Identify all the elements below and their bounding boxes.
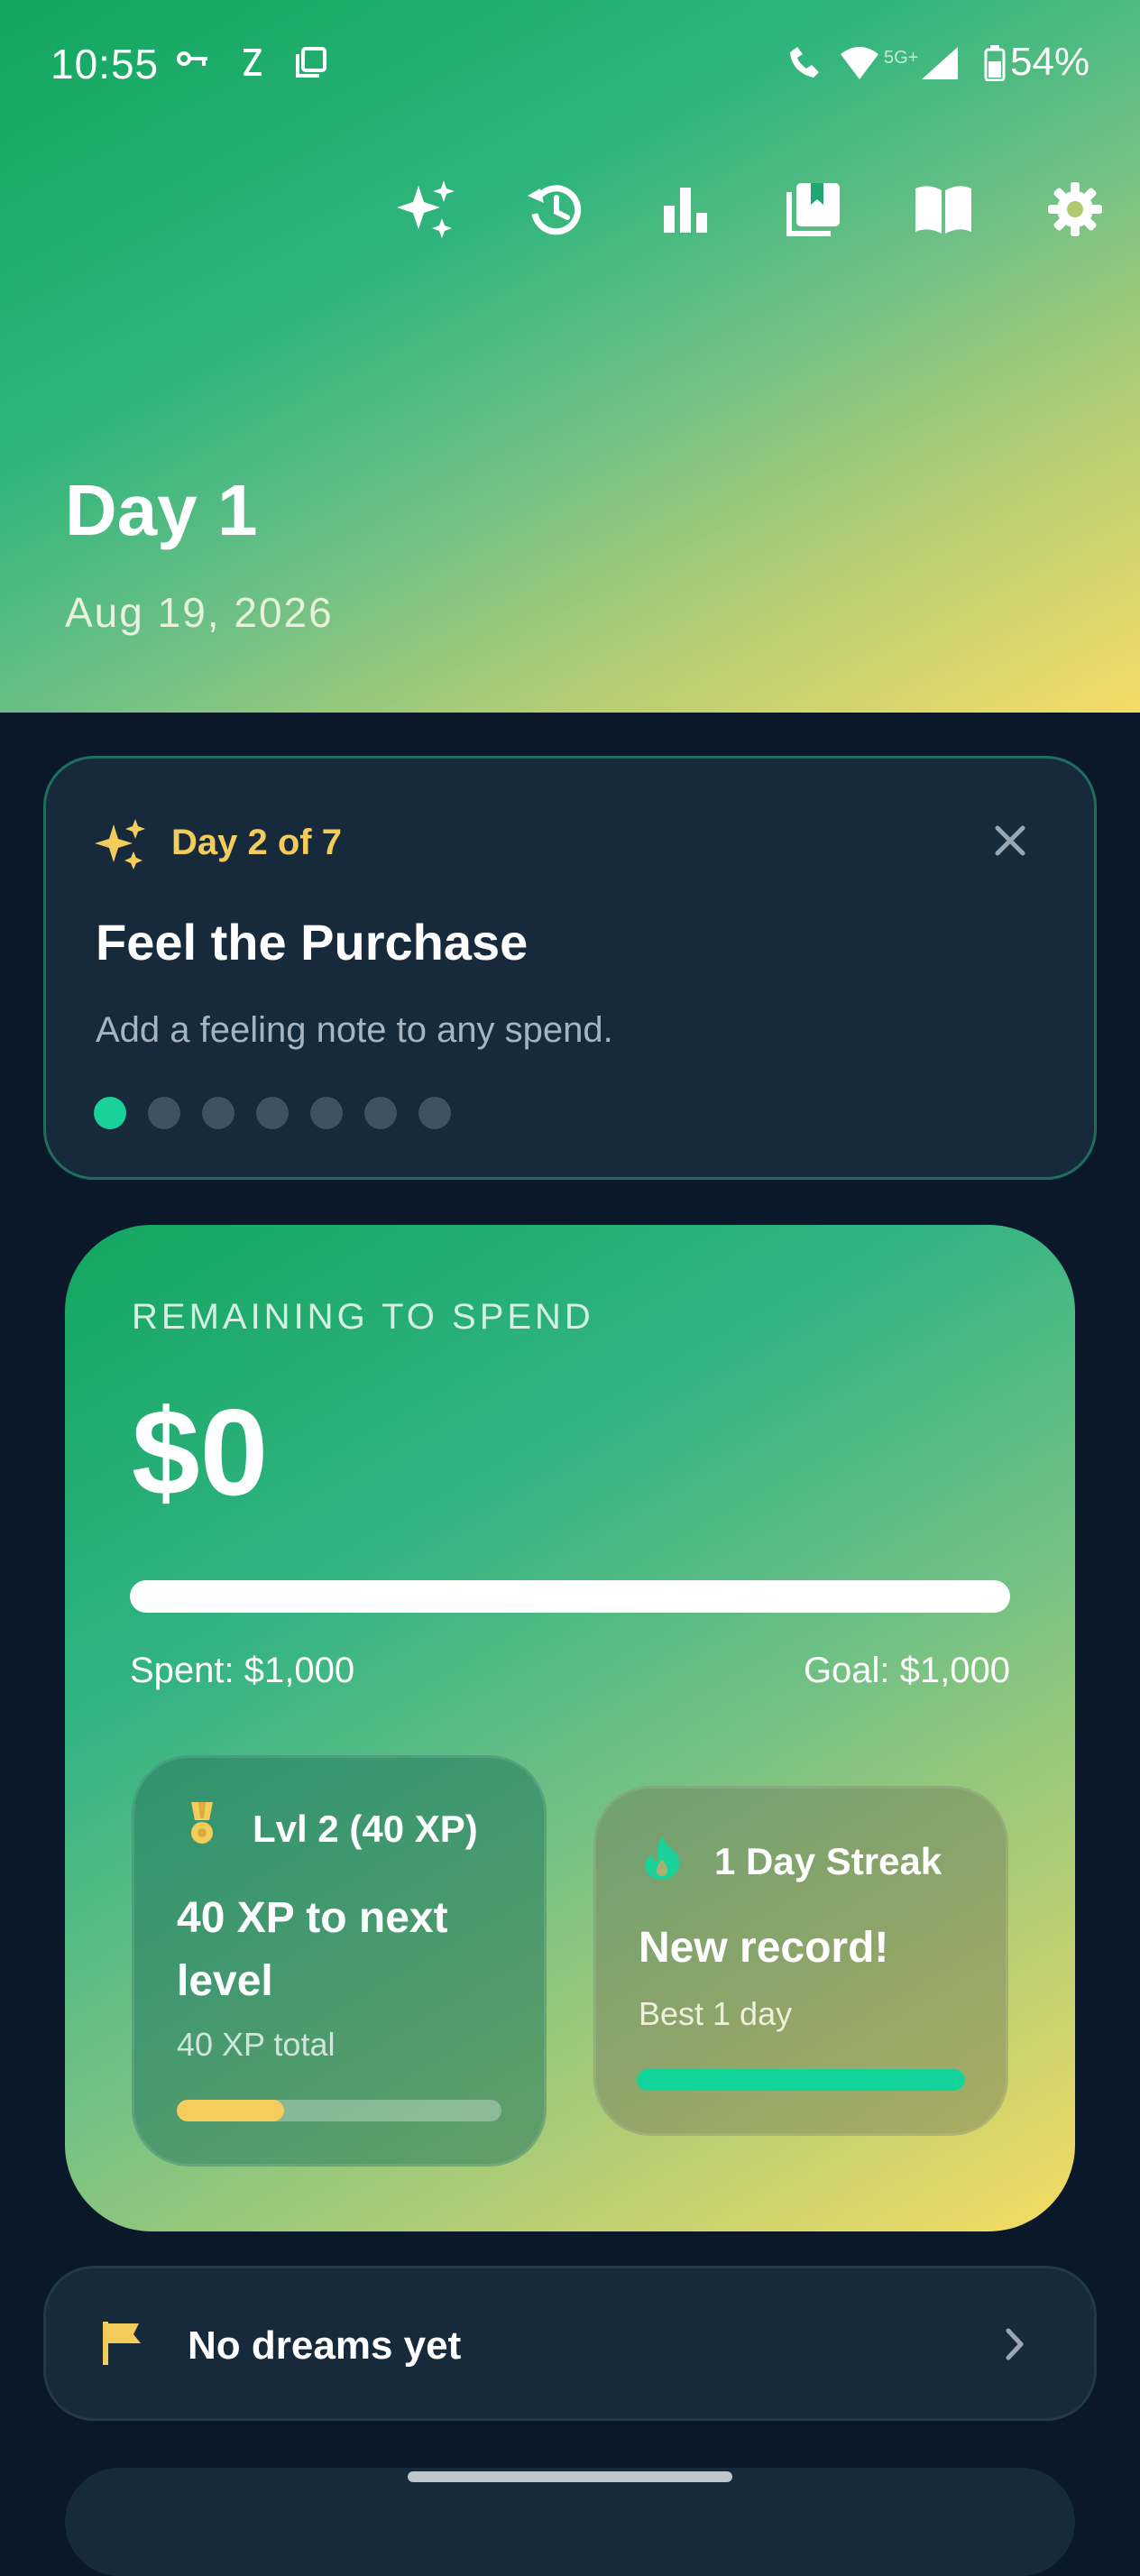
step-dot: [202, 1097, 234, 1129]
sparkles-icon[interactable]: [395, 177, 460, 242]
sparkles-icon: [94, 817, 148, 874]
goal-text: Goal: $1,000: [803, 1651, 1010, 1690]
step-dot: [310, 1097, 343, 1129]
streak-progress-bar: [637, 2069, 965, 2091]
level-total: 40 XP total: [177, 2026, 336, 2063]
wifi-icon: [839, 45, 880, 87]
next-card: [65, 2468, 1075, 2576]
home-indicator[interactable]: [408, 2471, 732, 2482]
step-dot: [148, 1097, 180, 1129]
wifi-call-icon: [786, 45, 826, 87]
challenge-description: Add a feeling note to any spend.: [96, 1010, 613, 1050]
day-date: Aug 19, 2026: [65, 589, 334, 636]
step-dot: [418, 1097, 451, 1129]
day-title: Day 1: [65, 470, 258, 550]
key-icon: [177, 45, 211, 78]
spent-text: Spent: $1,000: [130, 1651, 355, 1690]
remaining-label: REMAINING TO SPEND: [132, 1297, 594, 1337]
streak-progress-fill: [637, 2069, 965, 2091]
challenge-title: Feel the Purchase: [96, 914, 529, 971]
history-icon[interactable]: [523, 177, 588, 242]
network-type: 5G+: [884, 48, 919, 68]
close-icon[interactable]: [990, 821, 1030, 865]
dreams-label: No dreams yet: [188, 2323, 462, 2368]
spend-progress-bar: [130, 1580, 1010, 1613]
streak-record: New record!: [639, 1924, 889, 1972]
status-bar: 10:55 5G+ 54%: [0, 0, 1140, 126]
status-time: 10:55: [51, 41, 160, 87]
xp-progress-bar: [177, 2100, 501, 2121]
flame-icon: [640, 1835, 684, 1886]
book-icon[interactable]: [911, 177, 976, 242]
step-dot: [256, 1097, 289, 1129]
gear-icon[interactable]: [1043, 177, 1108, 242]
step-dot: [364, 1097, 397, 1129]
sync-icon: [236, 45, 267, 86]
challenge-step: Day 2 of 7: [171, 823, 342, 862]
chevron-right-icon: [1001, 2325, 1028, 2368]
level-heading: Lvl 2 (40 XP): [253, 1808, 478, 1850]
xp-progress-fill: [177, 2100, 284, 2121]
level-next: 40 XP to next level: [177, 1894, 448, 2005]
remaining-amount: $0: [132, 1384, 269, 1521]
bar-chart-icon[interactable]: [653, 177, 718, 242]
streak-best: Best 1 day: [639, 1995, 793, 2032]
signal-icon: [920, 45, 960, 87]
library-icon[interactable]: [781, 177, 846, 242]
medal-icon: [186, 1800, 218, 1852]
battery-percent: 54%: [1010, 40, 1090, 84]
flag-icon: [99, 2320, 146, 2371]
step-dot-active: [94, 1097, 126, 1129]
copy-icon: [294, 45, 328, 86]
streak-heading: 1 Day Streak: [714, 1840, 942, 1882]
battery-icon: [983, 45, 1007, 87]
